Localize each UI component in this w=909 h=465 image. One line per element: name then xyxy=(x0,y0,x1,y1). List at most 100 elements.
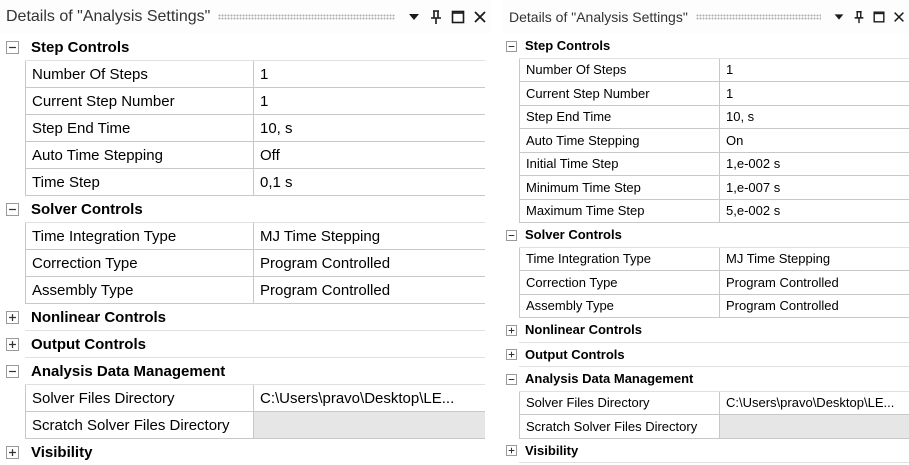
dropdown-arrow-button[interactable] xyxy=(403,6,425,28)
expand-toggle[interactable] xyxy=(6,446,19,459)
section-label: Visibility xyxy=(31,443,93,461)
titlebar-grip[interactable] xyxy=(218,14,395,20)
property-value[interactable]: 10, s xyxy=(720,106,909,129)
property-value[interactable]: 10, s xyxy=(254,115,485,141)
section-header[interactable]: Output Controls xyxy=(503,343,909,367)
property-row[interactable]: Initial Time Step 1,e-002 s xyxy=(503,152,909,176)
property-row[interactable]: Auto Time Stepping Off xyxy=(0,142,491,169)
section-header[interactable]: Step Controls xyxy=(0,34,491,61)
property-row[interactable]: Scratch Solver Files Directory xyxy=(0,412,491,439)
expand-toggle[interactable] xyxy=(6,338,19,351)
property-row[interactable]: Time Step 0,1 s xyxy=(0,169,491,196)
property-row[interactable]: Step End Time 10, s xyxy=(503,105,909,129)
property-row[interactable]: Time Integration Type MJ Time Stepping xyxy=(0,223,491,250)
property-row[interactable]: Solver Files Directory C:\Users\pravo\Des… xyxy=(0,385,491,412)
property-value[interactable]: Program Controlled xyxy=(720,271,909,294)
property-row[interactable]: Time Integration Type MJ Time Stepping xyxy=(503,247,909,271)
property-value[interactable]: 5,e-002 s xyxy=(720,200,909,223)
property-row[interactable]: Minimum Time Step 1,e-007 s xyxy=(503,176,909,200)
section-cells: Nonlinear Controls xyxy=(25,304,485,331)
collapse-toggle[interactable] xyxy=(505,373,517,385)
expand-toggle[interactable] xyxy=(505,445,517,457)
property-value[interactable]: 1,e-007 s xyxy=(720,176,909,199)
expand-toggle[interactable] xyxy=(505,349,517,361)
details-panel-left: Details of "Analysis Settings" Step Contr… xyxy=(0,0,491,465)
section-gutter xyxy=(0,439,25,465)
collapse-toggle[interactable] xyxy=(505,40,517,52)
property-value[interactable]: C:\Users\pravo\Desktop\LE... xyxy=(254,385,485,411)
section-cells: Step Controls xyxy=(25,34,485,61)
pin-button[interactable] xyxy=(425,6,447,28)
property-row[interactable]: Correction Type Program Controlled xyxy=(503,271,909,295)
property-row[interactable]: Number Of Steps 1 xyxy=(503,58,909,82)
property-value[interactable]: MJ Time Stepping xyxy=(254,223,485,249)
property-row[interactable]: Auto Time Stepping On xyxy=(503,129,909,153)
property-value[interactable]: C:\Users\pravo\Desktop\LE... xyxy=(720,392,909,415)
collapse-icon xyxy=(507,375,516,384)
property-row[interactable]: Scratch Solver Files Directory xyxy=(503,415,909,439)
property-value[interactable]: Program Controlled xyxy=(254,250,485,276)
property-value[interactable]: 1 xyxy=(720,59,909,82)
property-cells: Auto Time Stepping On xyxy=(519,129,909,153)
expand-toggle[interactable] xyxy=(6,311,19,324)
property-value[interactable]: 1 xyxy=(254,88,485,114)
property-cells: Number Of Steps 1 xyxy=(25,61,485,88)
section-header[interactable]: Solver Controls xyxy=(503,223,909,248)
pin-button[interactable] xyxy=(849,7,869,27)
property-row[interactable]: Assembly Type Program Controlled xyxy=(0,277,491,304)
property-value[interactable]: 1 xyxy=(720,82,909,105)
property-value[interactable]: 1,e-002 s xyxy=(720,153,909,176)
collapse-toggle[interactable] xyxy=(6,365,19,378)
property-row[interactable]: Assembly Type Program Controlled xyxy=(503,294,909,318)
section-header[interactable]: Output Controls xyxy=(0,331,491,358)
property-row[interactable]: Number Of Steps 1 xyxy=(0,61,491,88)
property-cells: Step End Time 10, s xyxy=(519,105,909,129)
property-value[interactable]: Program Controlled xyxy=(720,295,909,318)
section-header[interactable]: Visibility xyxy=(0,439,491,465)
close-button[interactable] xyxy=(889,7,909,27)
section-header[interactable]: Nonlinear Controls xyxy=(0,304,491,331)
section-cells: Analysis Data Management xyxy=(519,367,909,392)
close-button[interactable] xyxy=(469,6,491,28)
property-value[interactable]: MJ Time Stepping xyxy=(720,248,909,271)
collapse-toggle[interactable] xyxy=(505,229,517,241)
section-label: Nonlinear Controls xyxy=(31,308,167,326)
section-cells: Nonlinear Controls xyxy=(519,318,909,343)
collapse-toggle[interactable] xyxy=(6,203,19,216)
panel-titlebar: Details of "Analysis Settings" xyxy=(503,0,909,34)
section-label: Solver Controls xyxy=(31,200,143,218)
property-cells: Correction Type Program Controlled xyxy=(25,250,485,277)
dropdown-arrow-button[interactable] xyxy=(829,7,849,27)
property-value xyxy=(254,412,485,438)
property-row[interactable]: Solver Files Directory C:\Users\pravo\Des… xyxy=(503,391,909,415)
property-name: Time Integration Type xyxy=(26,223,254,249)
titlebar-grip[interactable] xyxy=(695,14,821,20)
property-value[interactable]: 1 xyxy=(254,61,485,87)
property-value[interactable]: On xyxy=(720,129,909,152)
property-row[interactable]: Maximum Time Step 5,e-002 s xyxy=(503,199,909,223)
property-row[interactable]: Step End Time 10, s xyxy=(0,115,491,142)
section-gutter xyxy=(503,223,519,248)
property-value[interactable]: 0,1 s xyxy=(254,169,485,195)
section-header[interactable]: Solver Controls xyxy=(0,196,491,223)
property-row[interactable]: Correction Type Program Controlled xyxy=(0,250,491,277)
section-header[interactable]: Analysis Data Management xyxy=(503,367,909,392)
collapse-toggle[interactable] xyxy=(6,41,19,54)
section-header[interactable]: Nonlinear Controls xyxy=(503,318,909,343)
row-indent xyxy=(0,277,25,304)
property-cells: Step End Time 10, s xyxy=(25,115,485,142)
row-indent xyxy=(0,88,25,115)
property-row[interactable]: Current Step Number 1 xyxy=(0,88,491,115)
section-header[interactable]: Visibility xyxy=(503,439,909,463)
maximize-button[interactable] xyxy=(447,6,469,28)
property-cells: Initial Time Step 1,e-002 s xyxy=(519,152,909,176)
expand-toggle[interactable] xyxy=(505,324,517,336)
section-gutter xyxy=(503,318,519,343)
maximize-button[interactable] xyxy=(869,7,889,27)
section-header[interactable]: Analysis Data Management xyxy=(0,358,491,385)
property-cells: Scratch Solver Files Directory xyxy=(25,412,485,439)
property-value[interactable]: Program Controlled xyxy=(254,277,485,303)
property-value[interactable]: Off xyxy=(254,142,485,168)
section-header[interactable]: Step Controls xyxy=(503,34,909,59)
property-row[interactable]: Current Step Number 1 xyxy=(503,82,909,106)
